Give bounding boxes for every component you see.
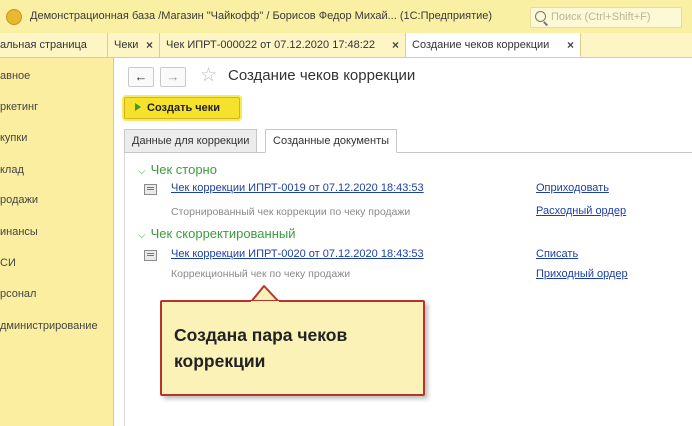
create-receipts-button[interactable]: Создать чеки [124,97,240,119]
close-icon[interactable]: × [392,33,399,57]
document-description: Сторнированный чек коррекции по чеку про… [171,206,411,218]
callout-text: Создана пара чеков коррекции [174,325,348,371]
receipt-order-link[interactable]: Приходный ордер [536,268,628,280]
global-search-input[interactable]: Поиск (Ctrl+Shift+F) [530,7,682,28]
sidebar-item-purchases[interactable]: купки [0,132,27,144]
sidebar-item-marketing[interactable]: ркетинг [0,101,38,113]
sidebar-item-administration[interactable]: дминистрирование [0,320,98,332]
open-tabs-bar: альная страница Чеки × Чек ИПРТ-000022 о… [0,33,692,58]
tab-label: Чеки [114,39,139,51]
tab-receipts[interactable]: Чеки × [108,33,160,57]
create-receipts-label: Создать чеки [147,102,221,114]
close-icon[interactable]: × [567,33,574,57]
title-bar: Демонстрационная база /Магазин "Чайкофф"… [0,0,692,34]
correction-receipt-link[interactable]: Чек коррекции ИПРТ-0020 от 07.12.2020 18… [171,248,424,260]
sidebar-item-nsi[interactable]: СИ [0,257,16,269]
tab-created-documents[interactable]: Созданные документы [265,129,398,153]
favorite-star-icon[interactable]: ☆ [200,64,217,87]
expense-order-link[interactable]: Расходный ордер [536,205,626,217]
app-logo-icon [6,9,22,25]
search-placeholder: Поиск (Ctrl+Shift+F) [551,11,651,23]
group-title: Чек скорректированный [150,226,296,241]
tab-label: альная страница [0,39,87,51]
tab-home-page[interactable]: альная страница [0,33,108,57]
tab-receipt-iprt-000022[interactable]: Чек ИПРТ-000022 от 07.12.2020 17:48:22 × [160,33,406,57]
group-storno-header[interactable]: ⌵ Чек сторно [138,162,217,177]
tab-label: Создание чеков коррекции [412,39,550,51]
chevron-down-icon: ⌵ [138,166,146,177]
page-title: Создание чеков коррекции [228,67,416,84]
back-button[interactable]: ← [128,67,154,87]
write-off-link[interactable]: Списать [536,248,578,260]
document-icon [144,250,157,261]
play-icon [135,103,141,111]
correction-receipt-link[interactable]: Чек коррекции ИПРТ-0019 от 07.12.2020 18… [171,182,424,194]
document-description: Коррекционный чек по чеку продажи [171,268,351,280]
annotation-callout: Создана пара чеков коррекции [160,300,425,396]
sidebar-item-finance[interactable]: инансы [0,226,38,238]
tab-label: Чек ИПРТ-000022 от 07.12.2020 17:48:22 [166,39,376,51]
tab-correction-data[interactable]: Данные для коррекции [124,129,258,153]
window-title: Демонстрационная база /Магазин "Чайкофф"… [30,10,493,22]
sidebar: авное ркетинг купки клад родажи инансы С… [0,58,114,426]
sidebar-item-warehouse[interactable]: клад [0,164,24,176]
sidebar-item-sales[interactable]: родажи [0,194,38,206]
group-corrected-header[interactable]: ⌵ Чек скорректированный [138,226,296,241]
tab-label: Созданные документы [273,135,390,147]
tab-create-correction-receipts[interactable]: Создание чеков коррекции × [406,33,581,57]
search-icon [535,11,546,22]
forward-button[interactable]: → [160,67,186,87]
sidebar-item-main[interactable]: авное [0,70,30,82]
document-icon [144,184,157,195]
tab-label: Данные для коррекции [132,135,250,147]
sidebar-item-personnel[interactable]: рсонал [0,288,36,300]
group-title: Чек сторно [150,162,217,177]
chevron-down-icon: ⌵ [138,230,146,241]
post-receipt-link[interactable]: Оприходовать [536,182,609,194]
close-icon[interactable]: × [146,33,153,57]
